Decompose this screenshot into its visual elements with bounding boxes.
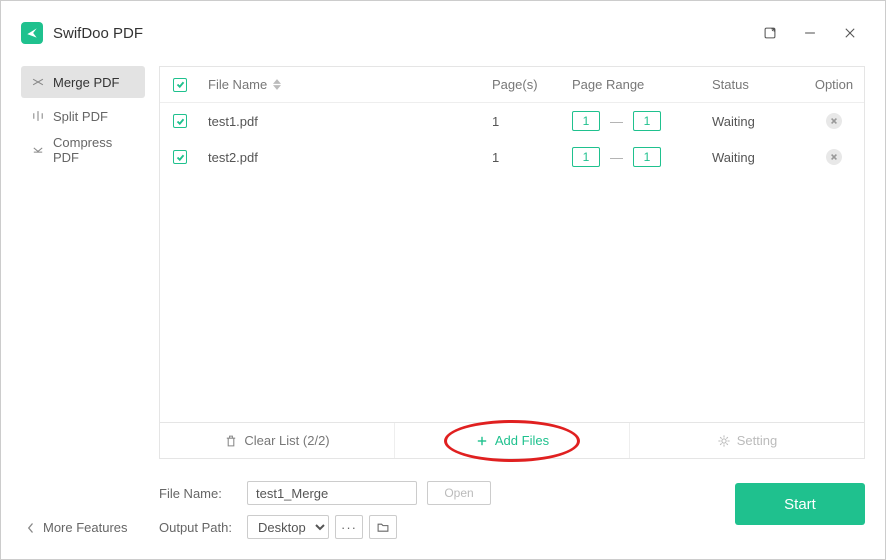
col-filename[interactable]: File Name: [200, 77, 484, 92]
row-filename: test1.pdf: [200, 114, 484, 129]
range-to-input[interactable]: 1: [633, 111, 661, 131]
more-path-button[interactable]: ···: [335, 515, 363, 539]
col-range: Page Range: [564, 77, 704, 92]
more-features-label: More Features: [43, 520, 128, 535]
range-separator: —: [606, 150, 627, 165]
col-pages: Page(s): [484, 77, 564, 92]
sidebar-item-split[interactable]: Split PDF: [21, 100, 145, 132]
output-path-label: Output Path:: [159, 520, 237, 535]
remove-row-button[interactable]: [826, 113, 842, 129]
range-separator: —: [606, 114, 627, 129]
table-row: test2.pdf 1 1 — 1 Waiting: [160, 139, 864, 175]
sidebar-item-label: Merge PDF: [53, 75, 119, 90]
row-checkbox[interactable]: [173, 114, 187, 128]
app-title: SwifDoo PDF: [53, 25, 143, 42]
remove-row-button[interactable]: [826, 149, 842, 165]
open-folder-button[interactable]: [369, 515, 397, 539]
trash-icon: [224, 434, 238, 448]
range-from-input[interactable]: 1: [572, 111, 600, 131]
file-table: File Name Page(s) Page Range Status Opti…: [159, 66, 865, 423]
clear-list-button[interactable]: Clear List (2/2): [160, 423, 394, 458]
setting-button[interactable]: Setting: [629, 423, 864, 458]
gear-icon: [717, 434, 731, 448]
select-all-checkbox[interactable]: [173, 78, 187, 92]
range-to-input[interactable]: 1: [633, 147, 661, 167]
output-path-select[interactable]: Desktop: [247, 515, 329, 539]
chevron-left-icon: [27, 522, 35, 534]
main-panel: File Name Page(s) Page Range Status Opti…: [159, 66, 865, 539]
more-features-button[interactable]: More Features: [21, 516, 134, 539]
add-files-button[interactable]: Add Files: [394, 423, 629, 458]
table-body: test1.pdf 1 1 — 1 Waiting: [160, 103, 864, 422]
row-filename: test2.pdf: [200, 150, 484, 165]
sidebar-item-label: Compress PDF: [53, 135, 135, 165]
titlebar: SwifDoo PDF: [21, 16, 865, 50]
close-button[interactable]: [835, 19, 865, 47]
window-extra-icon[interactable]: [755, 19, 785, 47]
range-from-input[interactable]: 1: [572, 147, 600, 167]
folder-icon: [376, 520, 390, 534]
row-status: Waiting: [704, 150, 804, 165]
sidebar-item-label: Split PDF: [53, 109, 108, 124]
setting-label: Setting: [737, 433, 777, 448]
row-pages: 1: [484, 114, 564, 129]
plus-icon: [475, 434, 489, 448]
row-status: Waiting: [704, 114, 804, 129]
sidebar-item-merge[interactable]: Merge PDF: [21, 66, 145, 98]
minimize-button[interactable]: [795, 19, 825, 47]
filename-label: File Name:: [159, 486, 237, 501]
sidebar-item-compress[interactable]: Compress PDF: [21, 134, 145, 166]
open-button[interactable]: Open: [427, 481, 491, 505]
merge-icon: [31, 75, 45, 89]
split-icon: [31, 109, 45, 123]
compress-icon: [31, 143, 45, 157]
filename-input[interactable]: [247, 481, 417, 505]
app-window: SwifDoo PDF Merge PDF Split PDF: [0, 0, 886, 560]
sort-icon: [273, 79, 281, 90]
row-checkbox[interactable]: [173, 150, 187, 164]
sidebar: Merge PDF Split PDF Compress PDF More Fe…: [21, 66, 145, 539]
row-pages: 1: [484, 150, 564, 165]
clear-list-label: Clear List (2/2): [244, 433, 329, 448]
col-option: Option: [804, 77, 864, 92]
start-button[interactable]: Start: [735, 483, 865, 525]
app-logo: [21, 22, 43, 44]
add-files-label: Add Files: [495, 433, 549, 448]
footer: File Name: Open Start Output Path: Deskt…: [159, 473, 865, 539]
col-status: Status: [704, 77, 804, 92]
col-filename-label: File Name: [208, 77, 267, 92]
table-row: test1.pdf 1 1 — 1 Waiting: [160, 103, 864, 139]
action-bar: Clear List (2/2) Add Files Setting: [159, 423, 865, 459]
table-header: File Name Page(s) Page Range Status Opti…: [160, 67, 864, 103]
